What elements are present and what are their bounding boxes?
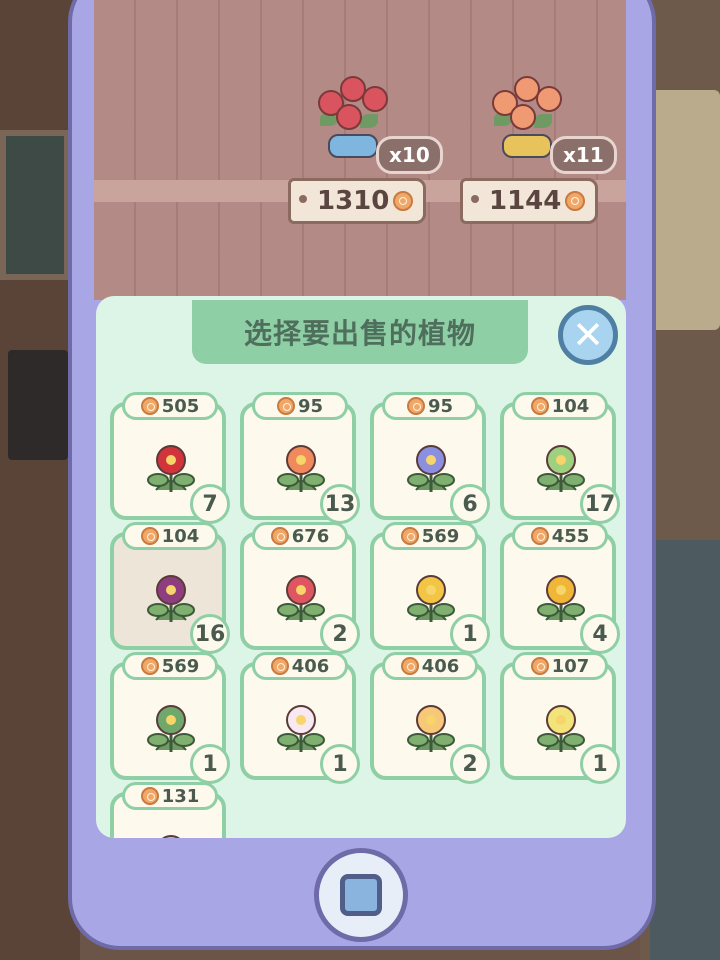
coin-icon: [530, 397, 549, 415]
ribbon-bow-icon: [502, 134, 552, 158]
coin-icon: [530, 657, 549, 675]
rose-icon: [362, 86, 388, 112]
plant-price-value: 455: [551, 525, 590, 547]
plant-price: 104: [122, 522, 218, 550]
rose-icon: [536, 86, 562, 112]
plant-count-badge: 1: [320, 744, 360, 784]
plant-price-value: 95: [427, 395, 454, 417]
plant-card[interactable]: 131: [110, 782, 226, 838]
home-button[interactable]: [314, 848, 408, 942]
plant-price-value: 104: [161, 525, 200, 547]
coin-icon: [530, 527, 549, 545]
plant-price: 676: [252, 522, 348, 550]
plant-card[interactable]: 569 1: [110, 652, 230, 784]
plant-price-value: 505: [161, 395, 200, 417]
tag-hole: [299, 195, 307, 203]
plant-count-badge: 6: [450, 484, 490, 524]
plant-price-value: 131: [161, 785, 200, 807]
coin-icon: [276, 397, 295, 415]
plant-price: 104: [512, 392, 608, 420]
bouquet-1-price-tag[interactable]: 1310: [288, 178, 427, 224]
bouquet-1-price: 1310: [317, 186, 390, 216]
plant-price: 107: [512, 652, 608, 680]
coin-icon: [400, 657, 419, 675]
background-window: [0, 130, 70, 280]
plant-count-badge: 13: [320, 484, 360, 524]
plant-card[interactable]: 104 17: [500, 392, 620, 524]
bouquet-2-price-tag[interactable]: 1144: [460, 178, 599, 224]
coin-icon: [406, 397, 425, 415]
plant-price-value: 569: [421, 525, 460, 547]
coin-icon: [140, 527, 159, 545]
plant-count-badge: 16: [190, 614, 230, 654]
coin-icon: [270, 657, 289, 675]
sell-plant-dialog: 505 7 95 13 95 6 104 17 104 16 676 2 569 1 455 4 569 1 406…: [96, 296, 626, 838]
plant-price: 406: [382, 652, 478, 680]
bouquet-1-quantity: x10: [376, 136, 443, 174]
plant-count-badge: 1: [450, 614, 490, 654]
background-crate: [650, 90, 720, 330]
ribbon-bow-icon: [328, 134, 378, 158]
plant-price: 569: [382, 522, 478, 550]
plant-count-badge: 4: [580, 614, 620, 654]
plant-price-value: 104: [551, 395, 590, 417]
plant-price: 455: [512, 522, 608, 550]
bouquet-2-quantity: x11: [550, 136, 617, 174]
plant-card[interactable]: 505 7: [110, 392, 230, 524]
dialog-title: 选择要出售的植物: [192, 300, 528, 364]
plant-price: 95: [252, 392, 348, 420]
rose-icon: [336, 104, 362, 130]
plant-price: 406: [252, 652, 348, 680]
plant-card[interactable]: 676 2: [240, 522, 360, 654]
coin-icon: [400, 527, 419, 545]
close-button[interactable]: ✕: [558, 305, 618, 365]
coin-icon: [270, 527, 289, 545]
plant-card[interactable]: 406 2: [370, 652, 490, 784]
plant-card[interactable]: 455 4: [500, 522, 620, 654]
plant-count-badge: 1: [190, 744, 230, 784]
plant-card[interactable]: 107 1: [500, 652, 620, 784]
plant-count-badge: 17: [580, 484, 620, 524]
coin-icon: [565, 191, 586, 211]
plant-card[interactable]: 95 6: [370, 392, 490, 524]
coin-icon: [140, 787, 159, 805]
close-icon: ✕: [572, 313, 604, 357]
background-floor: [650, 540, 720, 960]
plant-count-badge: 2: [320, 614, 360, 654]
coin-icon: [140, 657, 159, 675]
leaf-icon: [534, 114, 552, 128]
plant-card[interactable]: 406 1: [240, 652, 360, 784]
plant-price: 569: [122, 652, 218, 680]
shop-shelf-view: x10 1310 x11 1144: [94, 0, 626, 300]
plant-card[interactable]: 95 13: [240, 392, 360, 524]
plant-price-value: 569: [161, 655, 200, 677]
coin-icon: [140, 397, 159, 415]
plant-price-value: 406: [421, 655, 460, 677]
pink-flower-icon: [162, 835, 180, 838]
plant-price-value: 406: [291, 655, 330, 677]
plant-price-value: 676: [291, 525, 330, 547]
plant-count-badge: 7: [190, 484, 230, 524]
plant-count-badge: 1: [580, 744, 620, 784]
coin-icon: [393, 191, 414, 211]
plant-price-value: 107: [551, 655, 590, 677]
plant-price: 131: [122, 782, 218, 810]
plant-price: 505: [122, 392, 218, 420]
plant-price-value: 95: [297, 395, 324, 417]
plant-card[interactable]: 104 16: [110, 522, 230, 654]
leaf-icon: [360, 114, 378, 128]
plant-card[interactable]: 569 1: [370, 522, 490, 654]
plant-count-badge: 2: [450, 744, 490, 784]
tag-hole: [471, 195, 479, 203]
home-square-icon: [340, 874, 382, 916]
plant-price: 95: [382, 392, 478, 420]
background-planter: [8, 350, 68, 460]
bouquet-2-price: 1144: [489, 186, 562, 216]
rose-icon: [510, 104, 536, 130]
